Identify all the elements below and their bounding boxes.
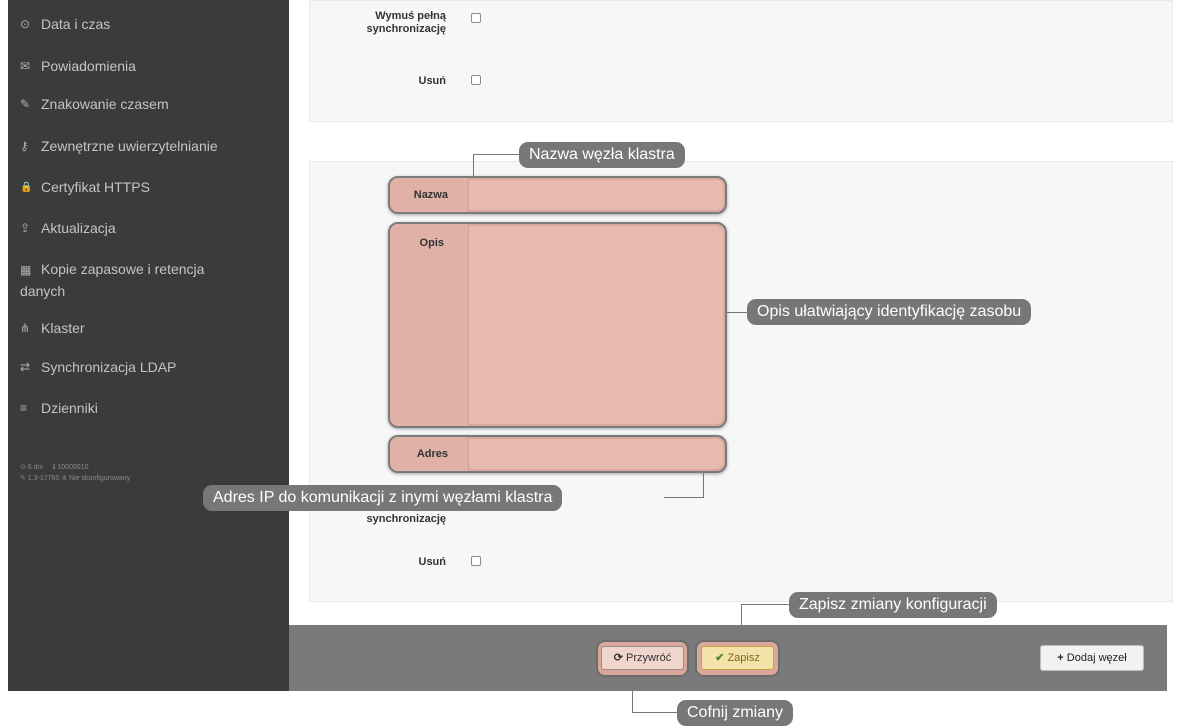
- save-button[interactable]: ✔ Zapisz: [701, 646, 774, 670]
- callout-connector: [727, 312, 747, 313]
- description-textarea[interactable]: [469, 226, 723, 424]
- callout-connector: [632, 712, 677, 713]
- sidebar-item-label: Data i czas: [41, 16, 111, 32]
- sidebar-item-aktualizacja[interactable]: ⇪ Aktualizacja: [20, 218, 116, 239]
- cluster-status-text: ⋔ Nie skonfigurowany: [61, 475, 131, 482]
- force-sync-checkbox[interactable]: [471, 13, 481, 23]
- address-field-highlight: Adres: [388, 435, 727, 473]
- desc-label-cell: Opis: [390, 224, 469, 426]
- sidebar-item-label: Zewnętrzne uwierzytelnianie: [41, 138, 218, 154]
- sidebar-item-label: Znakowanie czasem: [41, 96, 169, 112]
- delete-checkbox[interactable]: [471, 75, 481, 85]
- revert-button[interactable]: ⟳ Przywróć: [601, 646, 684, 670]
- footer-status-line: ⊙ 6 dni ℹ 10000010: [20, 463, 88, 473]
- sitemap-icon: ⋔: [20, 321, 31, 335]
- force-sync-label: Wymuś pełną synchronizację: [366, 10, 446, 35]
- clock-icon: ⊙: [20, 17, 31, 31]
- delete-label: Usuń: [418, 75, 447, 87]
- sidebar-item-label: Powiadomienia: [41, 58, 136, 74]
- callout-description: Opis ułatwiający identyfikację zasobu: [747, 299, 1032, 325]
- sidebar-item-label: Dzienniki: [41, 400, 98, 416]
- callout-connector: [703, 473, 704, 498]
- callout-revert: Cofnij zmiany: [677, 700, 794, 726]
- exchange-icon: ⇄: [20, 360, 31, 374]
- sidebar-item-label: Kopie zapasowe i retencja: [41, 261, 205, 277]
- sidebar-item-klaster[interactable]: ⋔ Klaster: [20, 318, 85, 339]
- callout-connector: [473, 154, 474, 178]
- sidebar-item-znakowanie-czasem[interactable]: ✎ Znakowanie czasem: [20, 94, 169, 115]
- add-node-button[interactable]: + Dodaj węzeł: [1040, 645, 1144, 671]
- sidebar-item-zewnetrzne-uwierzytelnianie[interactable]: ⚷ Zewnętrzne uwierzytelnianie: [20, 136, 218, 157]
- address-input[interactable]: [469, 439, 723, 469]
- archive-icon: ▦: [20, 263, 32, 277]
- plus-icon: +: [1057, 652, 1064, 664]
- callout-connector: [632, 677, 633, 713]
- sidebar-item-label: Certyfikat HTTPS: [41, 179, 150, 195]
- lock-icon: 🔒: [20, 182, 33, 193]
- callout-connector: [473, 154, 519, 155]
- callout-connector: [741, 604, 789, 605]
- node-delete-checkbox[interactable]: [471, 556, 481, 566]
- envelope-icon: ✉: [20, 59, 31, 73]
- sidebar: ⊙ Data i czas ✉ Powiadomienia ✎ Znakowanie …: [8, 0, 289, 691]
- name-field-highlight: Nazwa: [388, 176, 727, 214]
- callout-save: Zapisz zmiany konfiguracji: [789, 592, 997, 618]
- sidebar-item-data-i-czas[interactable]: ⊙ Data i czas: [20, 14, 110, 35]
- refresh-icon: ⟳: [613, 652, 623, 664]
- callout-name: Nazwa węzła klastra: [519, 142, 685, 168]
- name-label: Nazwa: [413, 189, 448, 201]
- address-label: Adres: [416, 448, 448, 460]
- footer-version-line: ✎ 1.3-17760 ⋔ Nie skonfigurowany: [20, 474, 130, 484]
- address-label-cell: Adres: [390, 437, 469, 471]
- key-icon: ⚷: [20, 139, 29, 153]
- node-delete-label: Usuń: [418, 556, 447, 568]
- build-text: ℹ 10000010: [52, 464, 89, 471]
- sidebar-item-kopie-zapasowe[interactable]: ▦ Kopie zapasowe i retencja danych: [20, 259, 260, 302]
- callout-connector: [741, 604, 742, 641]
- description-field-highlight: Opis: [388, 222, 727, 428]
- edit-icon: ✎: [20, 97, 31, 111]
- sidebar-item-label: Aktualizacja: [41, 220, 116, 236]
- sidebar-item-label: Synchronizacja LDAP: [41, 359, 177, 375]
- version-text: ✎ 1.3-17760: [20, 475, 60, 482]
- check-icon: ✔: [715, 652, 725, 664]
- callout-connector: [664, 497, 704, 498]
- sidebar-item-label-line2: danych: [20, 283, 66, 299]
- uptime-text: ⊙ 6 dni: [20, 464, 43, 471]
- sidebar-item-label: Klaster: [41, 320, 85, 336]
- name-input[interactable]: [469, 180, 723, 210]
- sidebar-item-certyfikat-https[interactable]: 🔒 Certyfikat HTTPS: [20, 177, 150, 198]
- name-label-cell: Nazwa: [390, 178, 469, 212]
- list-icon: ≡: [20, 401, 28, 415]
- node-force-sync-label: synchronizację: [366, 513, 446, 525]
- callout-address: Adres IP do komunikacji z inymi węzłami …: [203, 485, 563, 511]
- sidebar-item-synchronizacja-ldap[interactable]: ⇄ Synchronizacja LDAP: [20, 357, 176, 378]
- upload-icon: ⇪: [20, 221, 31, 235]
- desc-label: Opis: [419, 237, 444, 249]
- sidebar-item-powiadomienia[interactable]: ✉ Powiadomienia: [20, 56, 136, 77]
- sidebar-item-dzienniki[interactable]: ≡ Dzienniki: [20, 398, 98, 419]
